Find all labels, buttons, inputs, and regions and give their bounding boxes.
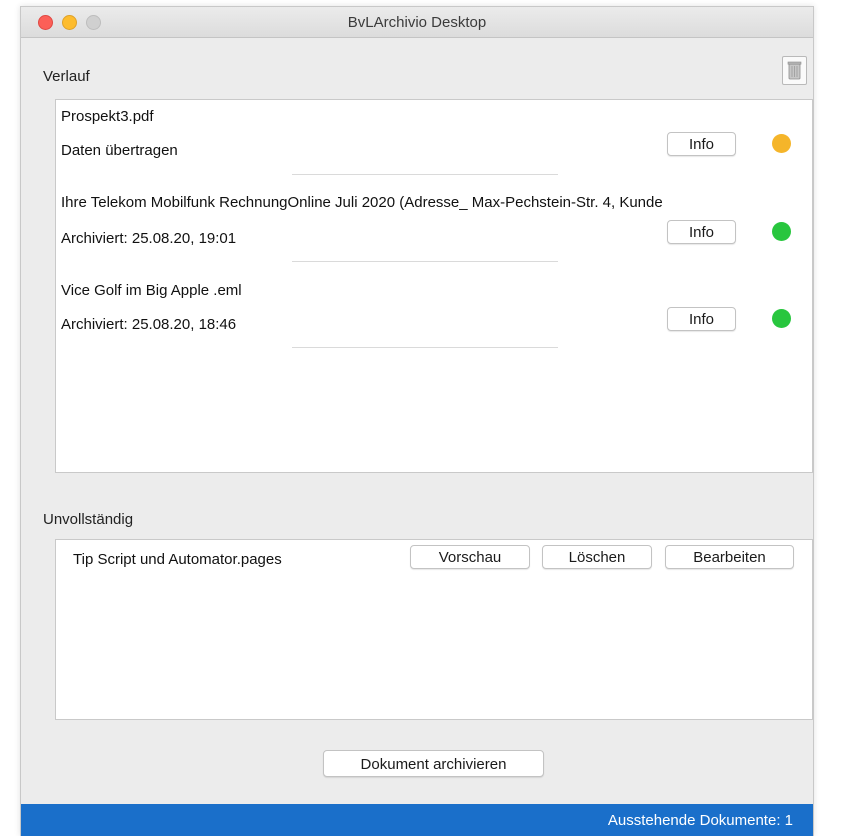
status-dot-pending (772, 134, 791, 153)
item-separator (292, 261, 558, 262)
delete-button[interactable]: Löschen (542, 545, 652, 569)
app-window: BvLArchivio Desktop Verlauf Prospekt3.pd… (20, 6, 814, 836)
verlauf-list: Prospekt3.pdf Daten übertragen Info Ihre… (55, 99, 813, 473)
title-bar: BvLArchivio Desktop (21, 7, 813, 38)
info-button[interactable]: Info (667, 307, 736, 331)
item-separator (292, 174, 558, 175)
status-dot-archived (772, 309, 791, 328)
preview-button[interactable]: Vorschau (410, 545, 530, 569)
window-title: BvLArchivio Desktop (347, 14, 487, 31)
info-button[interactable]: Info (667, 132, 736, 156)
archive-document-button[interactable]: Dokument archivieren (323, 750, 544, 777)
trash-icon (787, 61, 802, 80)
item-filename: Tip Script und Automator.pages (73, 551, 282, 568)
info-button[interactable]: Info (667, 220, 736, 244)
status-dot-archived (772, 222, 791, 241)
item-filename: Vice Golf im Big Apple .eml (61, 282, 242, 299)
status-bar: Ausstehende Dokumente: 1 (21, 804, 813, 836)
unvollstaendig-list: Tip Script und Automator.pages Vorschau … (55, 539, 813, 720)
item-status: Archiviert: 25.08.20, 18:46 (61, 316, 237, 333)
unvollstaendig-label: Unvollständig (43, 511, 134, 528)
item-status: Daten übertragen (61, 142, 178, 159)
item-filename: Ihre Telekom Mobilfunk RechnungOnline Ju… (61, 194, 663, 211)
trash-button[interactable] (782, 56, 807, 85)
item-filename: Prospekt3.pdf (61, 108, 154, 125)
edit-button[interactable]: Bearbeiten (665, 545, 794, 569)
pending-documents-count: Ausstehende Dokumente: 1 (607, 812, 793, 829)
item-status: Archiviert: 25.08.20, 19:01 (61, 230, 237, 247)
item-separator (292, 347, 558, 348)
verlauf-label: Verlauf (43, 68, 90, 85)
